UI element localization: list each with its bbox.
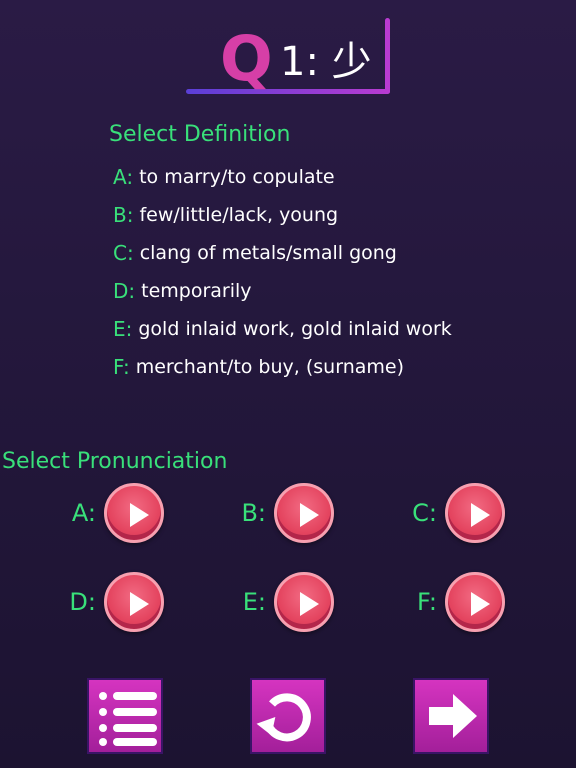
pronunciation-option-b: B: <box>232 483 334 543</box>
definition-text: clang of metals/small gong <box>139 242 397 264</box>
definition-letter: D: <box>113 279 136 303</box>
pronunciation-option-a: A: <box>62 483 164 543</box>
question-title-box: Q 1: 少 <box>186 18 390 94</box>
pronunciation-option-c: C: <box>403 483 505 543</box>
definition-option-e[interactable]: E: gold inlaid work, gold inlaid work <box>113 310 452 348</box>
definition-letter: F: <box>113 355 130 379</box>
pronunciation-option-f: F: <box>403 572 505 632</box>
definition-option-c[interactable]: C: clang of metals/small gong <box>113 234 452 272</box>
play-button-e[interactable] <box>274 572 334 632</box>
play-icon <box>130 592 149 616</box>
pronunciation-letter: B: <box>241 499 266 527</box>
replay-button[interactable] <box>250 678 326 754</box>
definition-option-a[interactable]: A: to marry/to copulate <box>113 158 452 196</box>
play-icon <box>300 503 319 527</box>
play-icon <box>300 592 319 616</box>
pronunciation-letter: A: <box>71 499 96 527</box>
next-button[interactable] <box>413 678 489 754</box>
play-button-a[interactable] <box>104 483 164 543</box>
pronunciation-letter: D: <box>69 588 96 616</box>
question-number-character: 1: 少 <box>280 39 372 85</box>
play-icon <box>471 592 490 616</box>
title-frame-bottom <box>186 89 390 94</box>
definition-letter: A: <box>113 165 134 189</box>
definition-text: merchant/to buy, (surname) <box>135 356 404 378</box>
definition-heading: Select Definition <box>109 122 291 147</box>
question-q-letter: Q <box>220 22 273 95</box>
definition-option-f[interactable]: F: merchant/to buy, (surname) <box>113 348 452 386</box>
definition-letter: C: <box>113 241 134 265</box>
definition-text: temporarily <box>141 280 252 302</box>
pronunciation-heading: Select Pronunciation <box>2 449 228 474</box>
play-button-c[interactable] <box>445 483 505 543</box>
play-button-f[interactable] <box>445 572 505 632</box>
definition-text: gold inlaid work, gold inlaid work <box>138 318 452 340</box>
play-icon <box>130 503 149 527</box>
pronunciation-letter: E: <box>242 588 266 616</box>
pronunciation-option-d: D: <box>62 572 164 632</box>
definition-text: to marry/to copulate <box>139 166 335 188</box>
definition-text: few/little/lack, young <box>139 204 339 226</box>
definition-letter: E: <box>113 317 133 341</box>
definition-option-d[interactable]: D: temporarily <box>113 272 452 310</box>
definition-letter: B: <box>113 203 134 227</box>
pronunciation-option-e: E: <box>232 572 334 632</box>
play-icon <box>471 503 490 527</box>
menu-list-button[interactable] <box>87 678 163 754</box>
title-frame-right <box>385 18 390 94</box>
definition-list: A: to marry/to copulate B: few/little/la… <box>113 158 452 386</box>
pronunciation-letter: C: <box>412 499 437 527</box>
pronunciation-letter: F: <box>416 588 437 616</box>
replay-icon <box>256 693 311 742</box>
play-button-b[interactable] <box>274 483 334 543</box>
arrow-right-icon <box>429 694 477 738</box>
play-button-d[interactable] <box>104 572 164 632</box>
definition-option-b[interactable]: B: few/little/lack, young <box>113 196 452 234</box>
